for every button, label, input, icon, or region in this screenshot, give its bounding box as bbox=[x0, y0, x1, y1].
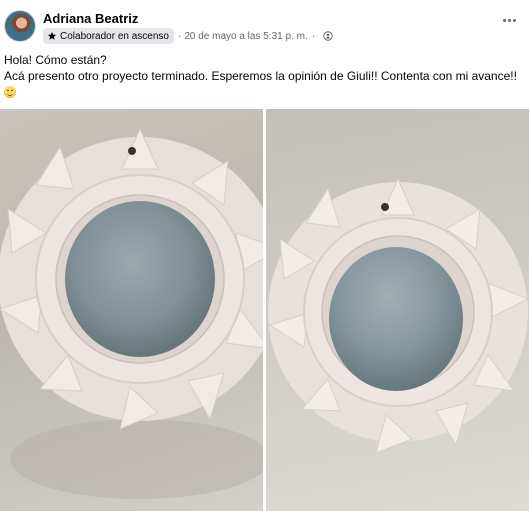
post-text: Hola! Cómo están? Acá presento otro proy… bbox=[4, 53, 526, 101]
avatar[interactable] bbox=[4, 10, 36, 42]
smiling-face-emoji-icon bbox=[4, 86, 16, 98]
badge-label: Colaborador en ascenso bbox=[60, 30, 169, 42]
post-photo-2[interactable] bbox=[266, 109, 529, 511]
group-icon[interactable] bbox=[323, 31, 333, 41]
hanging-hook bbox=[381, 203, 389, 211]
timestamp[interactable]: 20 de mayo a las 5:31 p. m. bbox=[184, 31, 307, 42]
hanging-hook bbox=[128, 147, 136, 155]
post-text-line: Hola! Cómo están? bbox=[4, 53, 107, 67]
meta-separator: · bbox=[177, 30, 182, 42]
more-options-button[interactable] bbox=[499, 12, 519, 28]
mirror-glass bbox=[329, 247, 463, 391]
post-text-line: Acá presento otro proyecto terminado. Es… bbox=[4, 68, 517, 83]
dot-icon bbox=[512, 18, 516, 22]
post-meta: Colaborador en ascenso · 20 de mayo a la… bbox=[43, 28, 333, 44]
post-header: Adriana Beatriz Colaborador en ascenso ·… bbox=[0, 0, 529, 48]
post-photo-1[interactable] bbox=[0, 109, 263, 511]
contributor-badge[interactable]: Colaborador en ascenso bbox=[43, 28, 174, 44]
dot-icon bbox=[502, 18, 506, 22]
star-icon bbox=[47, 31, 57, 40]
author-name[interactable]: Adriana Beatriz bbox=[43, 11, 138, 26]
mirror-glass bbox=[65, 201, 215, 357]
dot-icon bbox=[507, 18, 511, 22]
meta-separator-2: · bbox=[311, 30, 316, 42]
